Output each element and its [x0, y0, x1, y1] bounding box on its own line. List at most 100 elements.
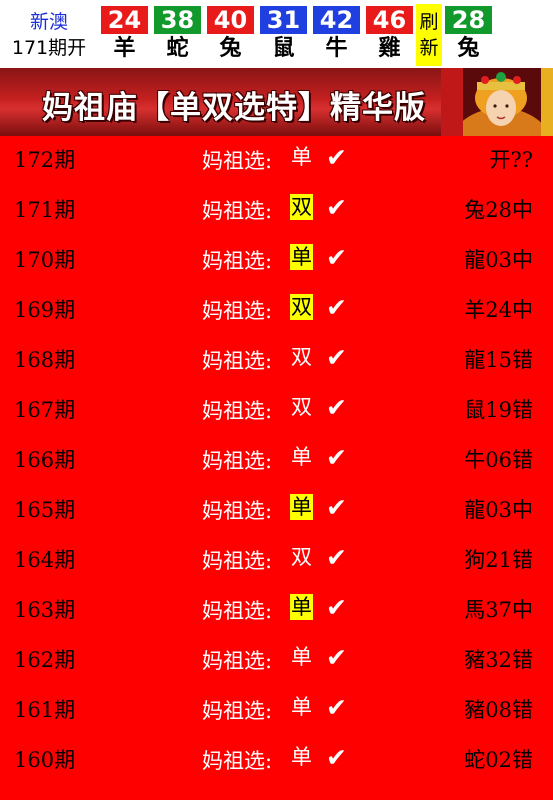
check-icon: ✔: [326, 443, 347, 472]
row-period: 160期: [14, 748, 76, 772]
row-result: 蛇02错: [464, 748, 533, 772]
list-row: 168期 妈祖选: 双 ✔ 龍15错: [0, 336, 553, 386]
row-result: 狗21错: [464, 548, 533, 572]
row-pick-label: 妈祖选:: [202, 599, 273, 623]
list-row: 160期 妈祖选: 单 ✔ 蛇02错: [0, 736, 553, 786]
row-choice: 单: [291, 445, 312, 469]
row-pick-label: 妈祖选:: [202, 549, 273, 573]
ball-zodiac: 鼠: [272, 36, 295, 61]
row-pick-label: 妈祖选:: [202, 699, 273, 723]
row-choice: 双: [290, 294, 313, 320]
row-choice: 双: [291, 345, 312, 369]
ball-zodiac: 兔: [219, 36, 242, 61]
ball-zodiac: 羊: [113, 36, 136, 61]
row-period: 162期: [14, 648, 76, 672]
row-period: 165期: [14, 498, 76, 522]
ball-number: 24: [101, 6, 148, 34]
special-ball-number: 28: [445, 6, 492, 34]
row-pick-label: 妈祖选:: [202, 449, 273, 473]
row-result: 兔28中: [464, 198, 533, 222]
check-icon: ✔: [326, 243, 347, 272]
row-choice: 双: [291, 545, 312, 569]
ball-number: 31: [260, 6, 307, 34]
row-pick-label: 妈祖选:: [202, 199, 273, 223]
row-period: 166期: [14, 448, 76, 472]
ball-number: 46: [366, 6, 413, 34]
row-result: 豬08错: [464, 698, 533, 722]
refresh-label-2: 新: [419, 37, 439, 59]
ball-list: 24 羊 38 蛇 40 兔 31 鼠 42 牛 46 雞: [98, 0, 416, 68]
row-period: 171期: [14, 198, 76, 222]
ball-number: 40: [207, 6, 254, 34]
ball-zodiac: 雞: [378, 36, 401, 61]
list-row: 170期 妈祖选: 单 ✔ 龍03中: [0, 236, 553, 286]
row-result: 馬37中: [464, 598, 533, 622]
check-icon: ✔: [326, 343, 347, 372]
lottery-name[interactable]: 新澳: [30, 10, 68, 34]
row-choice: 单: [291, 695, 312, 719]
row-result: 豬32错: [464, 648, 533, 672]
draw-result-bar: 新澳 171期开 24 羊 38 蛇 40 兔 31 鼠 42 牛 46 雞 刷 新 28 兔: [0, 0, 553, 68]
check-icon: ✔: [326, 393, 347, 422]
refresh-label-1: 刷: [419, 11, 439, 33]
row-period: 167期: [14, 398, 76, 422]
list-row: 165期 妈祖选: 单 ✔ 龍03中: [0, 486, 553, 536]
list-row: 167期 妈祖选: 双 ✔ 鼠19错: [0, 386, 553, 436]
prediction-list: 172期 妈祖选: 单 ✔ 开?? 171期 妈祖选: 双 ✔ 兔28中 170期 妈祖选: 单 ✔ 龍03…: [0, 136, 553, 786]
banner-title: 妈祖庙【单双选特】精华版: [42, 90, 426, 126]
row-period: 164期: [14, 548, 76, 572]
row-choice: 单: [290, 494, 313, 520]
row-pick-label: 妈祖选:: [202, 349, 273, 373]
ball-3: 40 兔: [204, 0, 257, 68]
list-row: 169期 妈祖选: 双 ✔ 羊24中: [0, 286, 553, 336]
list-row: 171期 妈祖选: 双 ✔ 兔28中: [0, 186, 553, 236]
list-row: 172期 妈祖选: 单 ✔ 开??: [0, 136, 553, 186]
list-row: 164期 妈祖选: 双 ✔ 狗21错: [0, 536, 553, 586]
list-row: 166期 妈祖选: 单 ✔ 牛06错: [0, 436, 553, 486]
row-result: 龍03中: [464, 498, 533, 522]
row-period: 161期: [14, 698, 76, 722]
draw-period: 171期开: [11, 36, 87, 59]
row-choice: 单: [291, 145, 312, 169]
row-result: 羊24中: [464, 298, 533, 322]
list-row: 162期 妈祖选: 单 ✔ 豬32错: [0, 636, 553, 686]
row-result: 鼠19错: [464, 398, 533, 422]
check-icon: ✔: [326, 193, 347, 222]
check-icon: ✔: [326, 643, 347, 672]
row-period: 169期: [14, 298, 76, 322]
row-period: 170期: [14, 248, 76, 272]
row-pick-label: 妈祖选:: [202, 399, 273, 423]
check-icon: ✔: [326, 293, 347, 322]
ball-1: 24 羊: [98, 0, 151, 68]
row-choice: 单: [290, 244, 313, 270]
row-pick-label: 妈祖选:: [202, 649, 273, 673]
check-icon: ✔: [326, 493, 347, 522]
ball-number: 38: [154, 6, 201, 34]
special-ball-zodiac: 兔: [457, 36, 480, 61]
row-choice: 单: [291, 745, 312, 769]
banner: 妈祖庙【单双选特】精华版: [0, 68, 553, 136]
ball-zodiac: 蛇: [166, 36, 189, 61]
ball-6: 46 雞: [363, 0, 416, 68]
ball-4: 31 鼠: [257, 0, 310, 68]
row-result: 龍03中: [464, 248, 533, 272]
list-row: 161期 妈祖选: 单 ✔ 豬08错: [0, 686, 553, 736]
check-icon: ✔: [326, 543, 347, 572]
row-choice: 双: [290, 194, 313, 220]
row-pick-label: 妈祖选:: [202, 299, 273, 323]
row-result: 牛06错: [464, 448, 533, 472]
ball-5: 42 牛: [310, 0, 363, 68]
row-period: 163期: [14, 598, 76, 622]
refresh-button[interactable]: 刷 新: [416, 4, 442, 66]
row-choice: 双: [291, 395, 312, 419]
list-row: 163期 妈祖选: 单 ✔ 馬37中: [0, 586, 553, 636]
draw-info: 新澳 171期开: [0, 0, 98, 68]
row-pick-label: 妈祖选:: [202, 149, 273, 173]
row-result: 开??: [489, 148, 533, 172]
row-pick-label: 妈祖选:: [202, 749, 273, 773]
mazu-figure-image: [441, 68, 553, 136]
row-period: 168期: [14, 348, 76, 372]
check-icon: ✔: [326, 693, 347, 722]
row-result: 龍15错: [464, 348, 533, 372]
check-icon: ✔: [326, 743, 347, 772]
